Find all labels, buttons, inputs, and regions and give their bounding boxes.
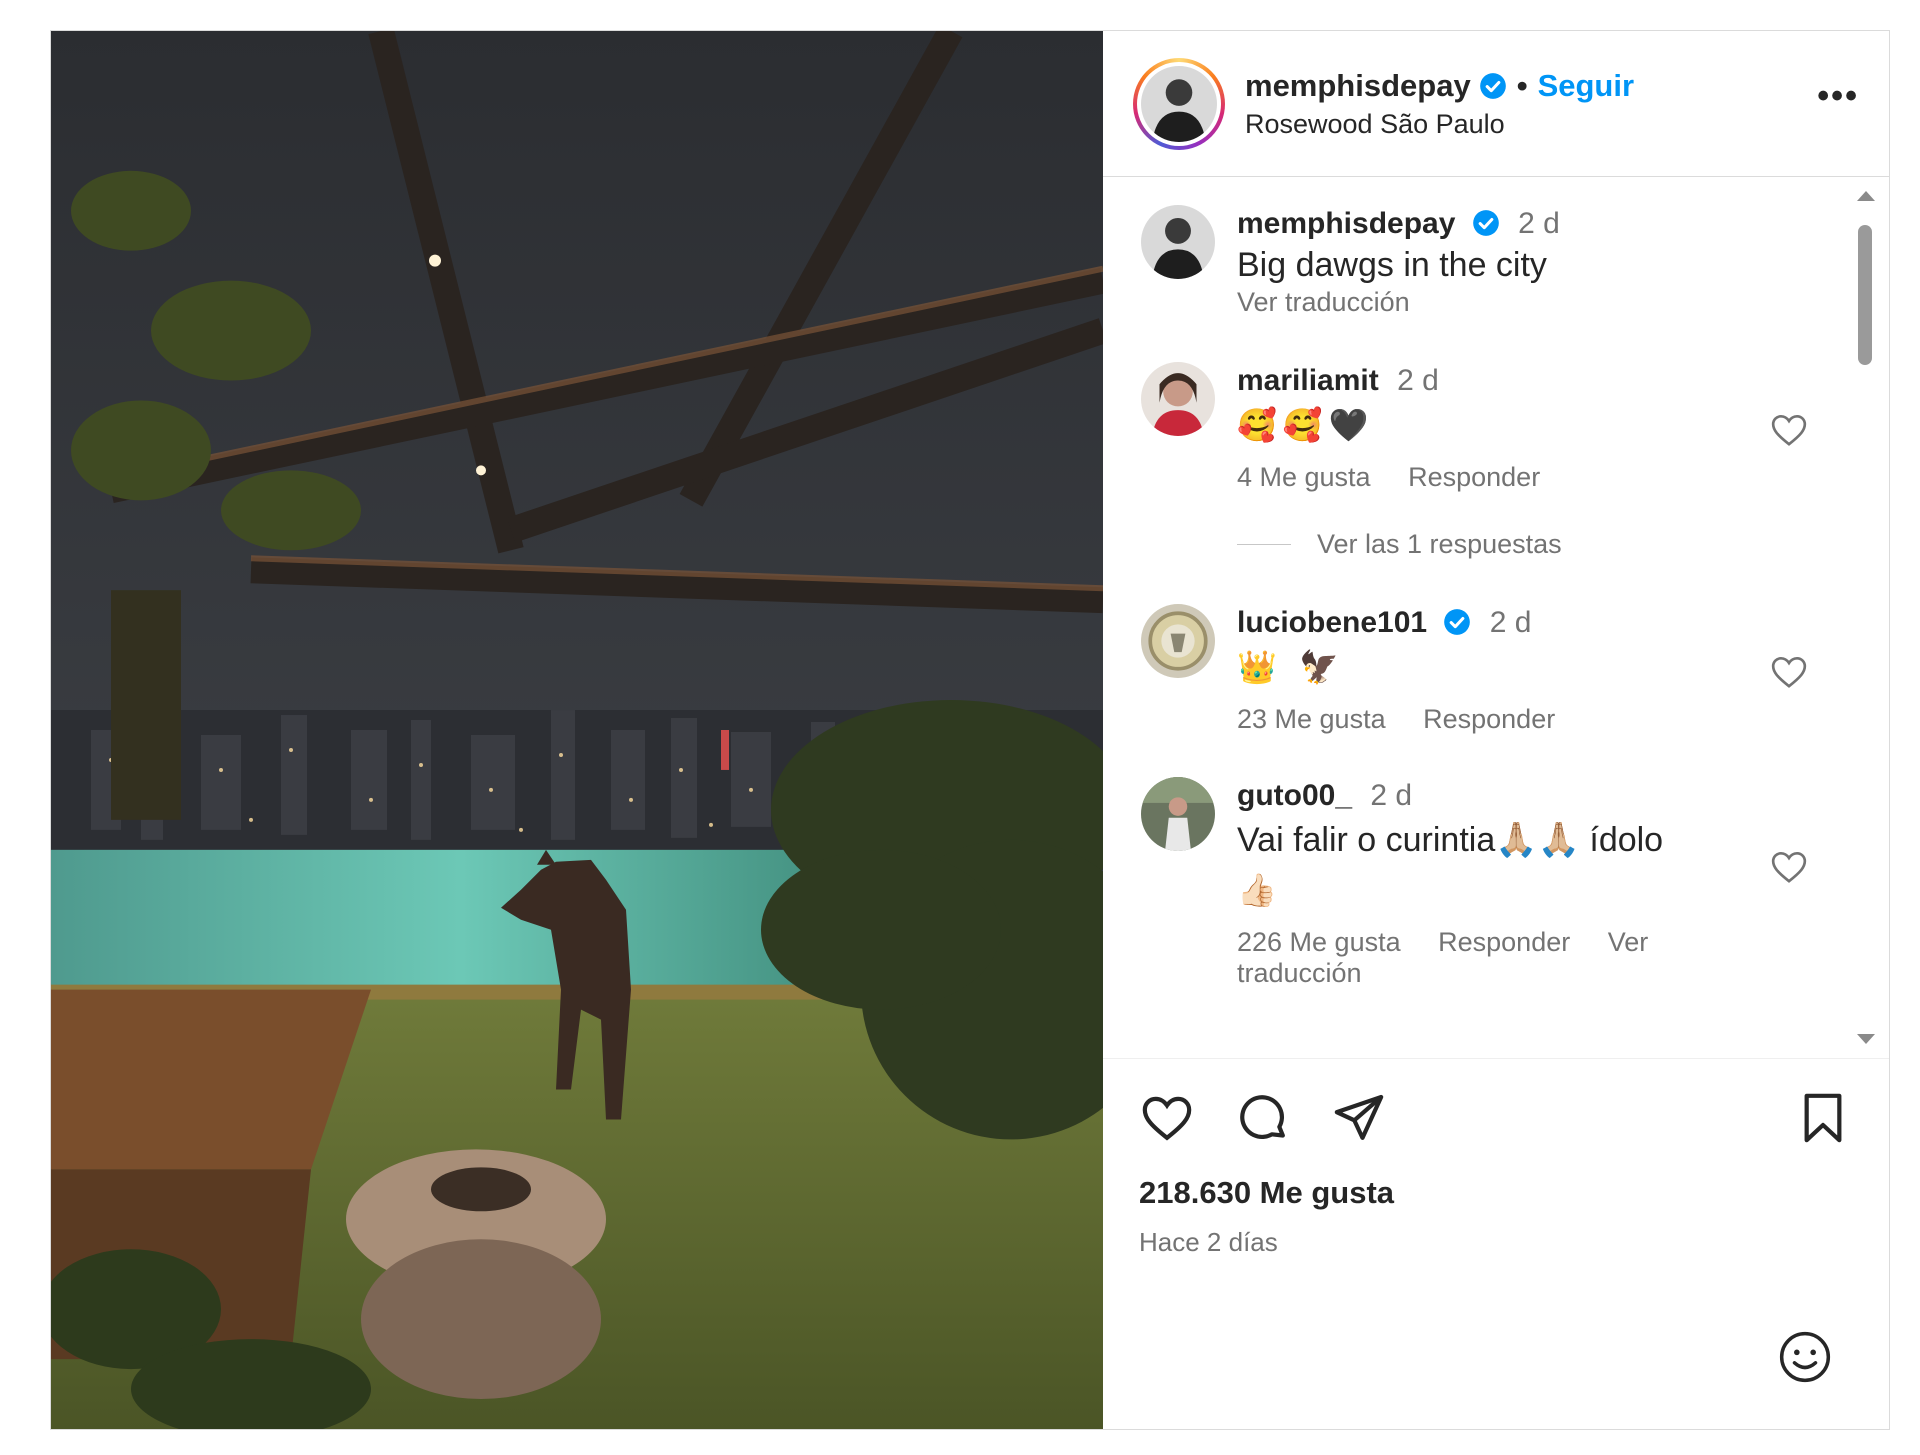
post-location[interactable]: Rosewood São Paulo xyxy=(1245,109,1817,140)
save-bookmark-icon[interactable] xyxy=(1795,1090,1851,1146)
verified-badge-icon xyxy=(1472,210,1499,236)
scrollbar-thumb[interactable] xyxy=(1858,225,1872,365)
heart-icon[interactable] xyxy=(1769,410,1809,450)
commenter-username[interactable]: luciobene101 xyxy=(1237,606,1427,639)
view-replies-link[interactable]: Ver las 1 respuestas xyxy=(1237,529,1809,560)
comment-likes[interactable]: 23 Me gusta xyxy=(1237,704,1386,734)
verified-badge-icon xyxy=(1444,609,1471,635)
comments-list: memphisdepay 2 d Big dawgs in the city V… xyxy=(1103,177,1889,1059)
comment-likes[interactable]: 226 Me gusta xyxy=(1237,927,1401,957)
commenter-username[interactable]: mariliamit xyxy=(1237,364,1379,397)
comment-time: 2 d xyxy=(1397,364,1439,397)
separator-dot: • xyxy=(1516,68,1528,103)
comment-time: 2 d xyxy=(1489,606,1532,639)
comment-text: 🥰🥰🖤 xyxy=(1237,406,1375,444)
like-heart-icon[interactable] xyxy=(1139,1090,1195,1146)
post-photo[interactable] xyxy=(51,31,1103,1429)
post-likes-count[interactable]: 218.630 Me gusta xyxy=(1139,1175,1851,1211)
comments-scrollbar[interactable] xyxy=(1855,191,1875,1044)
author-avatar[interactable] xyxy=(1141,65,1217,142)
follow-button[interactable]: Seguir xyxy=(1538,67,1634,105)
view-replies-label: Ver las 1 respuestas xyxy=(1317,529,1562,559)
action-icons xyxy=(1139,1083,1851,1153)
caption-avatar[interactable] xyxy=(1141,205,1215,279)
comment-likes[interactable]: 4 Me gusta xyxy=(1237,462,1371,492)
post-timestamp: Hace 2 días xyxy=(1139,1227,1278,1257)
author-info: memphisdepay • Seguir Rosewood São Paulo xyxy=(1245,67,1817,140)
commenter-avatar[interactable] xyxy=(1141,777,1215,851)
reply-button[interactable]: Responder xyxy=(1438,927,1570,957)
comment-bubble-icon[interactable] xyxy=(1235,1090,1291,1146)
reply-button[interactable]: Responder xyxy=(1423,704,1555,734)
post-side-panel: memphisdepay • Seguir Rosewood São Paulo… xyxy=(1103,31,1889,1429)
comment-text: Vai falir o curintia🙏🏼🙏🏼 ídolo xyxy=(1237,821,1664,859)
scroll-up-arrow-icon[interactable] xyxy=(1857,191,1875,201)
comment-time: 2 d xyxy=(1370,779,1413,812)
caption-username[interactable]: memphisdepay xyxy=(1237,207,1455,240)
caption-text: Big dawgs in the city xyxy=(1237,246,1547,284)
commenter-username[interactable]: guto00_ xyxy=(1237,779,1352,812)
replies-divider-line xyxy=(1237,544,1291,545)
comment-text: 👑 🦅 xyxy=(1237,648,1345,686)
caption-translate-link[interactable]: Ver traducción xyxy=(1237,287,1809,318)
caption-time: 2 d xyxy=(1518,207,1560,240)
share-send-icon[interactable] xyxy=(1331,1090,1387,1146)
post-header: memphisdepay • Seguir Rosewood São Paulo… xyxy=(1103,31,1889,177)
comment-item: guto00_ 2 d Vai falir o curintia🙏🏼🙏🏼 ído… xyxy=(1141,777,1809,989)
rooftop-dog-photo xyxy=(51,31,1103,1429)
heart-icon[interactable] xyxy=(1769,847,1809,887)
post-actions: 218.630 Me gusta Hace 2 días xyxy=(1103,1059,1889,1429)
comment-text-line2: 👍🏻 xyxy=(1237,871,1283,909)
more-options-icon[interactable]: ••• xyxy=(1817,77,1859,116)
commenter-avatar[interactable] xyxy=(1141,604,1215,678)
emoji-smile-icon[interactable] xyxy=(1777,1329,1833,1385)
commenter-avatar[interactable] xyxy=(1141,362,1215,436)
author-username[interactable]: memphisdepay xyxy=(1245,67,1471,105)
author-avatar-story-ring[interactable] xyxy=(1133,57,1225,150)
scroll-down-arrow-icon[interactable] xyxy=(1857,1034,1875,1044)
caption: memphisdepay 2 d Big dawgs in the city V… xyxy=(1141,205,1809,318)
heart-icon[interactable] xyxy=(1769,652,1809,692)
verified-badge-icon xyxy=(1479,73,1506,99)
reply-button[interactable]: Responder xyxy=(1408,462,1540,492)
instagram-post: memphisdepay • Seguir Rosewood São Paulo… xyxy=(50,30,1890,1430)
comment-item: luciobene101 2 d 👑 🦅 23 Me gusta Respond… xyxy=(1141,604,1809,735)
comment-item: mariliamit 2 d 🥰🥰🖤 4 Me gusta Responder xyxy=(1141,362,1809,493)
